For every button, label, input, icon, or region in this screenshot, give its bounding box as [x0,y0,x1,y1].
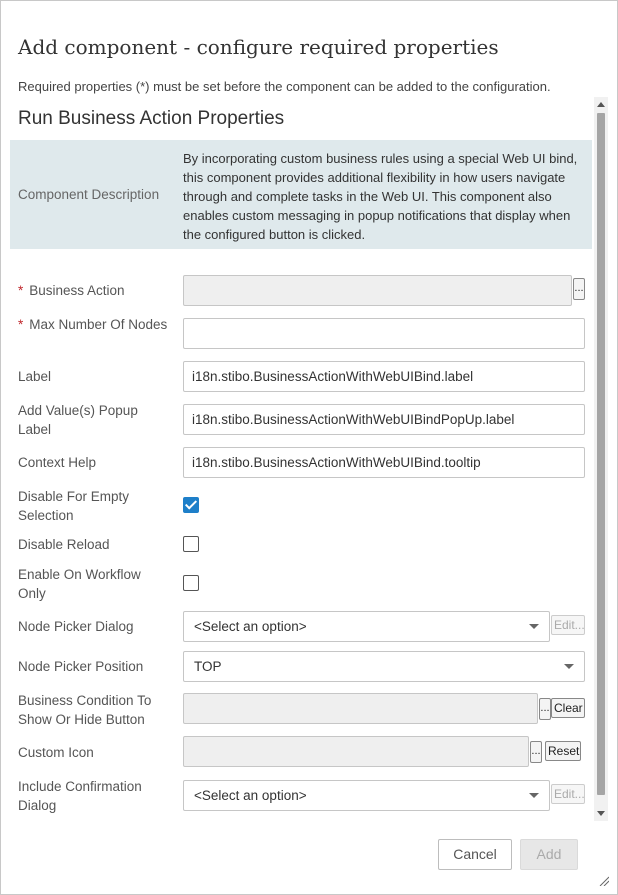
required-marker: * [18,317,24,332]
confirmation-dialog-selected: <Select an option> [194,788,307,803]
component-description-label: Component Description [18,187,160,202]
label-label: Label [18,369,52,384]
business-condition-browse-button[interactable]: ... [539,698,551,720]
resize-grip-icon[interactable] [599,876,609,886]
enable-workflow-checkbox[interactable] [183,575,199,591]
add-component-dialog: Add component - configure required prope… [0,0,618,895]
chevron-down-icon [529,624,539,629]
node-picker-dialog-selected: <Select an option> [194,619,307,634]
custom-icon-reset-button[interactable]: Reset [545,741,581,761]
required-marker: * [18,283,24,298]
disable-empty-selection-label: Disable For Empty Selection [18,489,130,523]
context-help-field[interactable]: i18n.stibo.BusinessActionWithWebUIBind.t… [183,447,585,478]
context-help-label: Context Help [18,455,97,470]
scroll-down-arrow-icon[interactable] [597,811,605,816]
scroll-up-arrow-icon[interactable] [597,102,605,107]
business-action-label: * Business Action [18,283,125,298]
confirmation-dialog-select[interactable]: <Select an option> [183,780,550,811]
component-description-text: By incorporating custom business rules u… [183,151,578,242]
disable-reload-label: Disable Reload [18,537,110,552]
business-condition-field[interactable] [183,693,538,724]
node-picker-position-select[interactable]: TOP [183,651,585,682]
cancel-button[interactable]: Cancel [438,839,512,870]
component-description-panel: Component Description By incorporating c… [10,140,592,249]
business-condition-clear-button[interactable]: Clear [551,698,585,718]
chevron-down-icon [529,793,539,798]
node-picker-position-label: Node Picker Position [18,659,144,674]
business-action-field[interactable] [183,275,572,306]
dialog-title: Add component - configure required prope… [18,35,499,59]
label-field[interactable]: i18n.stibo.BusinessActionWithWebUIBind.l… [183,361,585,392]
enable-workflow-label: Enable On Workflow Only [18,567,141,601]
chevron-down-icon [564,664,574,669]
disable-reload-checkbox[interactable] [183,536,199,552]
disable-empty-selection-checkbox[interactable] [183,497,199,513]
custom-icon-field[interactable] [183,736,529,767]
node-picker-position-selected: TOP [194,659,222,674]
scrollbar-thumb[interactable] [597,113,605,795]
node-picker-dialog-edit-button[interactable]: Edit... [551,615,585,635]
node-picker-dialog-label: Node Picker Dialog [18,619,134,634]
add-values-popup-label: Add Value(s) Popup Label [18,403,138,437]
business-action-browse-button[interactable]: ... [573,278,585,300]
custom-icon-label: Custom Icon [18,745,94,760]
node-picker-dialog-select[interactable]: <Select an option> [183,611,550,642]
dialog-subtitle: Required properties (*) must be set befo… [18,79,551,94]
max-nodes-label: * Max Number Of Nodes [18,317,168,332]
section-title: Run Business Action Properties [18,108,285,129]
vertical-scrollbar[interactable] [594,97,608,821]
business-condition-label: Business Condition To Show Or Hide Butto… [18,693,152,727]
add-button[interactable]: Add [520,839,578,870]
confirmation-dialog-label: Include Confirmation Dialog [18,779,142,813]
add-values-popup-field[interactable]: i18n.stibo.BusinessActionWithWebUIBindPo… [183,404,585,435]
max-nodes-field[interactable] [183,318,585,349]
custom-icon-browse-button[interactable]: ... [530,741,542,763]
confirmation-dialog-edit-button[interactable]: Edit... [551,784,585,804]
